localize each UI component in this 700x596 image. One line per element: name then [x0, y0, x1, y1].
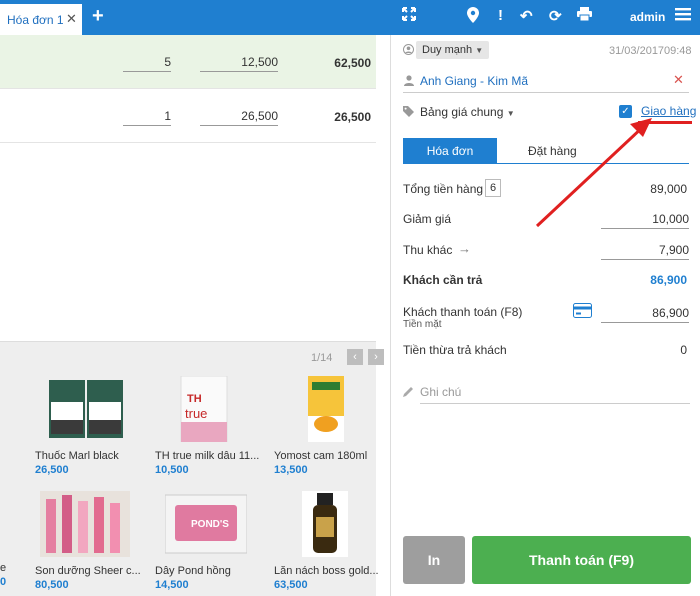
location-icon[interactable] — [467, 7, 479, 27]
quantity-input[interactable]: 5 — [123, 55, 171, 72]
product-image — [306, 376, 346, 442]
add-tab-icon[interactable]: + — [92, 5, 104, 28]
invoice-panel: Duy mạnh ▼ 31/03/2017 09:48 Anh Giang - … — [390, 35, 700, 596]
other-fee-input[interactable]: 7,900 — [601, 243, 689, 260]
customer-paid-input[interactable]: 86,900 — [601, 306, 689, 323]
pay-button[interactable]: Thanh toán (F9) — [472, 536, 691, 584]
refresh-icon[interactable]: ⟳ — [549, 7, 562, 25]
pencil-icon — [403, 386, 414, 400]
invoice-tab-label: Hóa đơn 1 — [7, 13, 64, 27]
product-price: 63,500 — [274, 579, 308, 591]
customer-icon — [404, 75, 414, 89]
order-line[interactable]: 5 12,500 62,500 — [0, 35, 376, 89]
prev-page-icon[interactable]: ‹ — [347, 349, 363, 365]
partial-product-name: e — [0, 562, 7, 574]
tab-order[interactable]: Đặt hàng — [528, 138, 577, 164]
line-total: 62,500 — [334, 56, 371, 70]
customer-underline — [403, 92, 689, 93]
fullscreen-icon[interactable] — [402, 7, 416, 25]
product-card[interactable]: Yomost cam 180ml 13,500 — [274, 376, 386, 476]
invoice-tabs: Hóa đơn Đặt hàng — [403, 138, 689, 164]
tab-invoice[interactable]: Hóa đơn — [403, 138, 497, 164]
payment-method: Tiền mặt — [403, 319, 442, 330]
product-name: Yomost cam 180ml — [274, 450, 368, 462]
partial-product-price: 0 — [0, 576, 7, 588]
tag-icon — [403, 106, 414, 120]
customer-name[interactable]: Anh Giang - Kim Mã — [420, 74, 528, 88]
product-card[interactable]: POND'S Dây Pond hồng 14,500 — [155, 491, 267, 591]
user-icon — [403, 44, 414, 58]
product-image — [302, 491, 348, 557]
seller-name: Duy mạnh — [422, 44, 473, 56]
product-card[interactable]: TH true TH true milk dâu 11... 10,500 — [155, 375, 267, 476]
product-name: TH true milk dâu 11... — [155, 450, 260, 462]
annotation-underline — [638, 121, 692, 124]
caret-down-icon: ▼ — [506, 109, 515, 118]
discount-label: Giảm giá — [403, 212, 452, 226]
price-list-select[interactable]: Bảng giá chung ▼ — [420, 105, 515, 119]
page-indicator: 1/14 — [311, 352, 333, 364]
product-grid: 1/14 ‹ › e 0 Thuốc Marl black 26,500 TH … — [0, 341, 384, 596]
delivery-checkbox[interactable]: ✓ — [619, 105, 632, 118]
svg-text:TH: TH — [187, 393, 202, 405]
product-name: Dây Pond hồng — [155, 565, 231, 577]
product-name: Thuốc Marl black — [35, 450, 119, 462]
price-input[interactable]: 12,500 — [200, 55, 278, 72]
line-total: 26,500 — [334, 110, 371, 124]
close-icon[interactable]: ✕ — [66, 11, 77, 27]
credit-card-icon[interactable] — [573, 303, 592, 321]
product-image: POND'S — [164, 491, 248, 557]
next-page-icon[interactable]: › — [368, 349, 384, 365]
top-bar: Hóa đơn 1 ✕ + ! ↶ ⟳ admin — [0, 0, 700, 35]
menu-icon[interactable] — [675, 7, 691, 25]
total-label: Tổng tiền hàng — [403, 182, 484, 196]
product-image — [40, 491, 130, 557]
delivery-link[interactable]: Giao hàng — [641, 104, 696, 118]
invoice-date: 31/03/2017 — [609, 45, 665, 57]
caret-down-icon: ▼ — [475, 46, 484, 55]
product-card[interactable]: Son dưỡng Sheer c... 80,500 — [35, 491, 147, 591]
amount-due-label: Khách cần trả — [403, 273, 483, 287]
product-image: TH true — [177, 375, 231, 443]
product-price: 80,500 — [35, 579, 69, 591]
print-icon[interactable] — [577, 7, 592, 25]
order-line[interactable]: 1 26,500 26,500 — [0, 89, 376, 143]
product-price: 14,500 — [155, 579, 189, 591]
total-value: 89,000 — [650, 182, 687, 196]
total-count-badge: 6 — [485, 179, 501, 197]
product-price: 10,500 — [155, 464, 189, 476]
amount-due-value: 86,900 — [650, 273, 687, 287]
discount-input[interactable]: 10,000 — [601, 212, 689, 229]
price-input[interactable]: 26,500 — [200, 109, 278, 126]
product-price: 13,500 — [274, 464, 308, 476]
other-fee-label: Thu khác — [403, 243, 453, 257]
product-price: 26,500 — [35, 464, 69, 476]
product-name: Lăn nách boss gold... — [274, 565, 379, 577]
svg-text:true: true — [185, 406, 207, 421]
note-input[interactable]: Ghi chú — [420, 385, 690, 404]
seller-select[interactable]: Duy mạnh ▼ — [416, 41, 490, 59]
product-image — [49, 376, 123, 442]
arrow-right-icon[interactable]: → — [458, 241, 471, 256]
print-button[interactable]: In — [403, 536, 465, 584]
change-value: 0 — [680, 343, 687, 357]
product-card[interactable]: Lăn nách boss gold... 63,500 — [274, 491, 386, 591]
quantity-input[interactable]: 1 — [123, 109, 171, 126]
remove-customer-icon[interactable]: ✕ — [673, 72, 684, 88]
user-menu[interactable]: admin — [630, 10, 665, 24]
svg-text:POND'S: POND'S — [191, 519, 229, 530]
invoice-tab[interactable]: Hóa đơn 1 ✕ — [0, 4, 82, 35]
product-card[interactable]: Thuốc Marl black 26,500 — [35, 376, 147, 476]
product-name: Son dưỡng Sheer c... — [35, 565, 141, 577]
invoice-time: 09:48 — [664, 45, 692, 57]
undo-icon[interactable]: ↶ — [520, 7, 533, 25]
price-list-label: Bảng giá chung — [420, 105, 504, 119]
customer-paid-label: Khách thanh toán (F8) — [403, 305, 523, 319]
change-label: Tiền thừa trả khách — [403, 343, 507, 357]
alert-icon[interactable]: ! — [498, 7, 503, 24]
